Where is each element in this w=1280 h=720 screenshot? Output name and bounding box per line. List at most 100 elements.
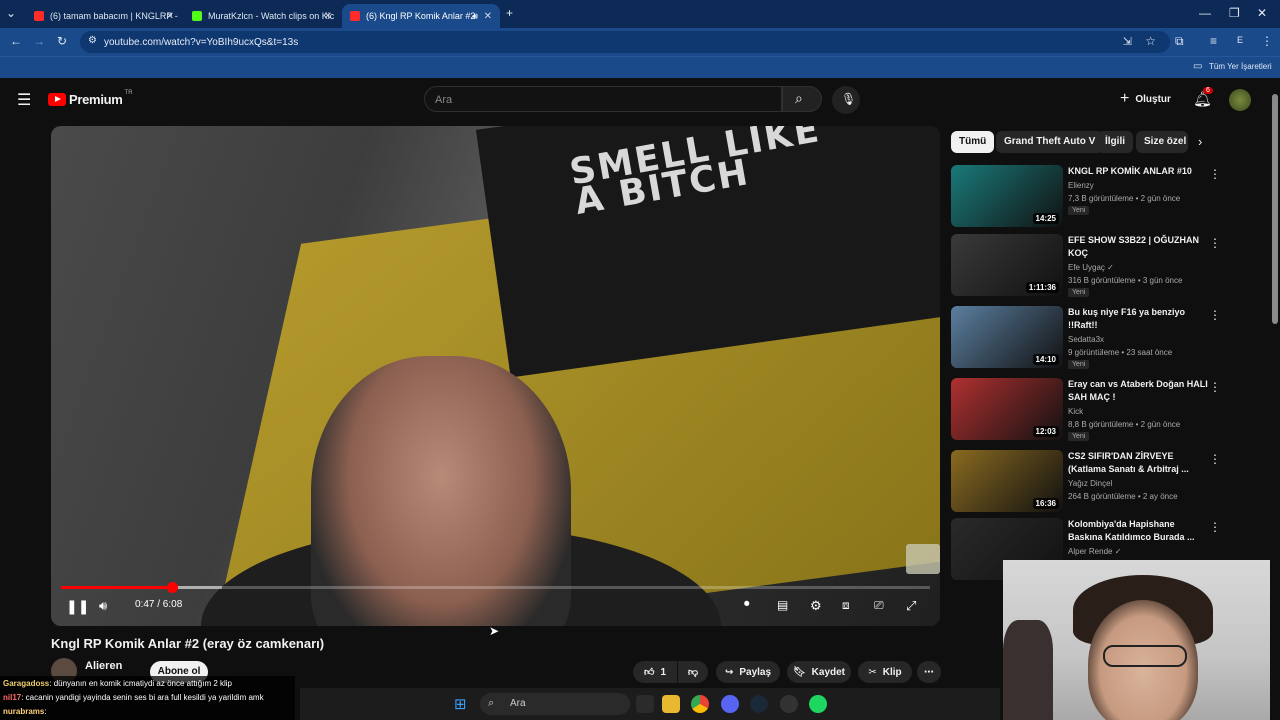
forward-icon[interactable]: → <box>33 34 45 48</box>
save-label: Kaydet <box>811 666 846 678</box>
save-bookmark-icon: 🔖︎ <box>792 666 806 678</box>
search-button[interactable]: ⌕ <box>782 86 822 112</box>
more-options-icon[interactable]: ⋮ <box>1209 308 1221 322</box>
recommendation-title[interactable]: CS2 SIFIR'DAN ZİRVEYE (Katlama Sanatı & … <box>1068 450 1208 476</box>
streamer-webcam-overlay <box>1003 560 1280 720</box>
chevron-right-icon[interactable]: › <box>1198 134 1202 149</box>
video-thumbnail[interactable]: 14:25 <box>951 165 1063 227</box>
search-input[interactable]: Ara <box>424 86 782 112</box>
recommendation-channel[interactable]: Kick <box>1068 406 1083 417</box>
recommendation-item[interactable]: 12:03 Eray can vs Ataberk Doğan HALI SAH … <box>951 378 1261 444</box>
volume-icon[interactable]: 🔊︎ <box>99 598 107 614</box>
recommendation-title[interactable]: Kolombiya'da Hapishane Baskına Katıldımc… <box>1068 518 1208 544</box>
more-options-icon[interactable]: ⋮ <box>1209 167 1221 181</box>
maximize-icon[interactable]: ❐ <box>1229 6 1240 20</box>
chip-gta-v[interactable]: Grand Theft Auto V <box>996 131 1104 153</box>
url-field[interactable]: ⚙ youtube.com/watch?v=YoBIh9ucxQs&t=13s … <box>80 31 1170 53</box>
chat-message: Garagadoss: dünyanın en komik icmatiydi … <box>3 679 232 688</box>
spotify-icon[interactable] <box>809 695 827 713</box>
microphone-icon: 🎙︎ <box>841 92 857 106</box>
more-options-icon[interactable]: ⋮ <box>1209 236 1221 250</box>
voice-search-button[interactable]: 🎙︎ <box>832 86 860 114</box>
tab-list-icon[interactable]: ⌄ <box>6 6 16 20</box>
video-thumbnail[interactable]: 12:03 <box>951 378 1063 440</box>
browser-menu-icon[interactable]: ⋮ <box>1261 34 1273 48</box>
steam-icon[interactable] <box>750 695 768 713</box>
file-explorer-icon[interactable] <box>662 695 680 713</box>
chip-related[interactable]: İlgili <box>1097 131 1133 153</box>
youtube-premium-logo[interactable]: Premium TR <box>48 90 133 107</box>
recommendation-item[interactable]: 14:25 KNGL RP KOMİK ANLAR #10 Elienzy 7,3 B… <box>951 165 1261 231</box>
close-tab-icon[interactable]: ✕ <box>324 11 332 22</box>
media-control-icon[interactable]: ≡ <box>1210 34 1217 48</box>
bookmark-star-icon[interactable]: ☆ <box>1145 34 1156 48</box>
recommendation-channel[interactable]: Efe Uygaç ✓ <box>1068 262 1114 273</box>
chip-all[interactable]: Tümü <box>951 131 995 153</box>
miniplayer-icon[interactable]: ⧈ <box>842 598 850 613</box>
app-icon[interactable] <box>780 695 798 713</box>
video-thumbnail[interactable]: 14:10 <box>951 306 1063 368</box>
recommendation-item[interactable]: 16:36 CS2 SIFIR'DAN ZİRVEYE (Katlama Sana… <box>951 450 1261 516</box>
reload-icon[interactable]: ↻ <box>57 34 67 48</box>
more-options-icon[interactable]: ⋮ <box>1209 520 1221 534</box>
cast-icon[interactable]: ⎚ <box>874 598 884 613</box>
progress-bar[interactable] <box>61 582 930 593</box>
video-thumbnail[interactable]: 1:11:36 <box>951 234 1063 296</box>
recommendation-item[interactable]: 14:10 Bu kuş niye F16 ya benziyo !!Raft!!… <box>951 306 1261 372</box>
recommendation-title[interactable]: EFE SHOW S3B22 | OĞUZHAN KOÇ <box>1068 234 1208 260</box>
chip-for-you[interactable]: Size özel <box>1136 131 1188 153</box>
page-scrollbar[interactable] <box>1270 80 1280 720</box>
close-window-icon[interactable]: ✕ <box>1257 6 1267 20</box>
create-label: Oluştur <box>1135 93 1171 105</box>
autoplay-toggle-icon[interactable]: ⏺ <box>744 598 750 611</box>
install-app-icon[interactable]: ⇲ <box>1123 35 1132 48</box>
fullscreen-icon[interactable]: ⤢ <box>906 598 916 614</box>
account-avatar[interactable] <box>1229 89 1251 111</box>
menu-icon[interactable]: ☰ <box>17 90 31 110</box>
subtitles-icon[interactable]: ▤ <box>777 598 788 612</box>
taskbar-search[interactable]: ⌕ Ara <box>480 693 630 715</box>
profile-avatar[interactable]: E <box>1237 35 1243 45</box>
recommendation-channel[interactable]: Yağız Dinçel <box>1068 478 1112 489</box>
extensions-icon[interactable]: ⧉ <box>1175 34 1184 49</box>
like-button[interactable]: 👍︎ 1 <box>633 661 677 683</box>
more-options-icon[interactable]: ⋮ <box>1209 452 1221 466</box>
chrome-icon[interactable] <box>691 695 709 713</box>
windows-start-icon[interactable]: ⊞ <box>454 695 467 713</box>
clip-button[interactable]: ✂ Klip <box>858 661 912 683</box>
recommendation-channel[interactable]: Elienzy <box>1068 180 1094 191</box>
close-tab-icon[interactable]: ✕ <box>166 11 174 22</box>
create-button[interactable]: + Oluştur <box>1120 90 1171 108</box>
more-options-icon[interactable]: ⋮ <box>1209 380 1221 394</box>
notifications-button[interactable]: 🔔︎ 6 <box>1193 87 1213 109</box>
more-actions-button[interactable]: ⋯ <box>917 661 941 683</box>
video-player[interactable]: SMELL LIKE A BITCH ❚❚ 🔊︎ 0:47 / 6:08 ⏺ ▤… <box>51 126 940 626</box>
scrollbar-thumb[interactable] <box>1272 94 1278 324</box>
recommendation-title[interactable]: KNGL RP KOMİK ANLAR #10 <box>1068 165 1208 178</box>
share-button[interactable]: ↪ Paylaş <box>716 661 780 683</box>
save-button[interactable]: 🔖︎ Kaydet <box>787 661 851 683</box>
browser-tab-3-active[interactable]: (6) Kngl RP Komik Anlar #2 🔊︎ ✕ <box>342 4 500 28</box>
browser-tab-1[interactable]: (6) tamam babacım | KNGLRP - ✕ <box>26 4 182 28</box>
dislike-button[interactable]: 👎︎ <box>678 661 708 683</box>
speaker-icon[interactable]: 🔊︎ <box>472 11 478 22</box>
browser-tab-2[interactable]: MuratKzlcn - Watch clips on Kic ✕ <box>184 4 340 28</box>
video-duration: 12:03 <box>1032 426 1059 437</box>
pause-button[interactable]: ❚❚ <box>66 598 89 615</box>
minimize-icon[interactable]: — <box>1199 6 1211 20</box>
recommendation-channel[interactable]: Sedatta3x <box>1068 334 1104 345</box>
site-info-icon[interactable]: ⚙ <box>88 35 97 46</box>
video-thumbnail[interactable]: 16:36 <box>951 450 1063 512</box>
settings-gear-icon[interactable]: ⚙ <box>810 598 822 614</box>
discord-icon[interactable] <box>721 695 739 713</box>
all-bookmarks-link[interactable]: Tüm Yer İşaretleri <box>1209 62 1272 71</box>
recommendation-title[interactable]: Bu kuş niye F16 ya benziyo !!Raft!! <box>1068 306 1208 332</box>
channel-name[interactable]: Alieren <box>85 660 122 672</box>
recommendation-channel[interactable]: Alper Rende ✓ <box>1068 546 1121 557</box>
recommendation-title[interactable]: Eray can vs Ataberk Doğan HALI SAH MAÇ ! <box>1068 378 1208 404</box>
task-view-icon[interactable] <box>636 695 654 713</box>
back-icon[interactable]: ← <box>10 34 22 48</box>
recommendation-item[interactable]: 1:11:36 EFE SHOW S3B22 | OĞUZHAN KOÇ Efe U… <box>951 234 1261 300</box>
close-tab-icon[interactable]: ✕ <box>484 11 492 22</box>
new-tab-icon[interactable]: + <box>506 6 513 20</box>
